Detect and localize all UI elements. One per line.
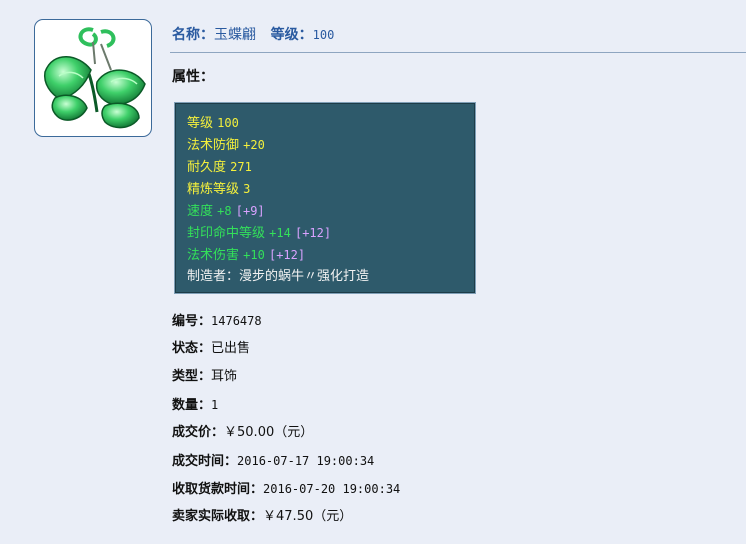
detail-value: 耳饰 [211, 369, 238, 384]
attribute-row: 法术伤害 +10 [+12] [187, 244, 475, 266]
detail-label: 状态： [172, 341, 212, 356]
attribute-value: +8 [217, 204, 232, 218]
trade-details: 编号：1476478 状态：已出售 类型：耳饰 数量：1 成交价：￥50.00（… [172, 310, 400, 534]
attribute-value: 100 [217, 116, 239, 130]
detail-row-seller-receipt: 卖家实际收取：￥47.50（元） [172, 506, 400, 534]
attribute-bonus: [+12] [268, 248, 306, 262]
attribute-value: 3 [243, 182, 251, 196]
level-label: 等级： [270, 27, 313, 43]
attribute-row: 封印命中等级 +14 [+12] [187, 222, 475, 244]
attribute-bonus: [+9] [235, 204, 265, 218]
attribute-row: 等级 100 [187, 112, 475, 134]
attributes-title: 属性： [172, 69, 214, 85]
detail-value: 2016-07-20 19:00:34 [263, 482, 401, 496]
attribute-value: +10 [243, 248, 265, 262]
attribute-label: 法术防御 [187, 138, 240, 153]
detail-value: 已出售 [211, 341, 251, 356]
detail-label: 成交价： [172, 425, 225, 440]
detail-label: 数量： [172, 398, 212, 413]
detail-row-type: 类型：耳饰 [172, 366, 400, 394]
detail-value: 1476478 [211, 314, 262, 328]
detail-value: ￥50.00（元） [224, 425, 314, 440]
attribute-value: 271 [230, 160, 252, 174]
detail-label: 成交时间： [172, 454, 238, 469]
attribute-row: 速度 +8 [+9] [187, 200, 475, 222]
jade-butterfly-earring-icon [43, 27, 146, 129]
detail-row-id: 编号：1476478 [172, 310, 400, 338]
detail-row-payment-time: 收取货款时间：2016-07-20 19:00:34 [172, 478, 400, 506]
detail-row-status: 状态：已出售 [172, 338, 400, 366]
detail-value: 1 [211, 398, 219, 412]
detail-label: 卖家实际收取： [172, 509, 264, 524]
detail-value: ￥47.50（元） [263, 509, 353, 524]
attribute-value: +20 [243, 138, 265, 152]
detail-row-trade-time: 成交时间：2016-07-17 19:00:34 [172, 450, 400, 478]
item-level: 100 [312, 28, 335, 42]
detail-row-price: 成交价：￥50.00（元） [172, 422, 400, 450]
attribute-value: +14 [269, 226, 291, 240]
attributes-panel: 等级 100 法术防御 +20 耐久度 271 精炼等级 3 速度 +8 [+9… [174, 102, 476, 294]
name-label: 名称： [172, 27, 214, 43]
attribute-row: 精炼等级 3 [187, 178, 475, 200]
attribute-label: 耐久度 [187, 160, 227, 175]
detail-value: 2016-07-17 19:00:34 [237, 454, 375, 468]
attribute-label: 等级 [187, 116, 214, 131]
attribute-label: 封印命中等级 [187, 226, 266, 241]
attribute-label: 速度 [187, 204, 214, 219]
detail-row-quantity: 数量：1 [172, 394, 400, 422]
attribute-label: 精炼等级 [187, 182, 240, 197]
item-name: 玉蝶翩 [214, 27, 256, 43]
detail-label: 编号： [172, 314, 212, 329]
item-header: 名称：玉蝶翩 等级：100 [172, 24, 334, 44]
attribute-row: 耐久度 271 [187, 156, 475, 178]
attribute-label: 法术伤害 [187, 248, 240, 263]
header-divider [170, 52, 746, 53]
maker-line: 制造者：漫步的蜗牛〃强化打造 [187, 269, 370, 284]
detail-label: 类型： [172, 369, 212, 384]
attribute-bonus: [+12] [294, 226, 332, 240]
item-image [34, 19, 152, 137]
attribute-row: 法术防御 +20 [187, 134, 475, 156]
detail-label: 收取货款时间： [172, 482, 264, 497]
